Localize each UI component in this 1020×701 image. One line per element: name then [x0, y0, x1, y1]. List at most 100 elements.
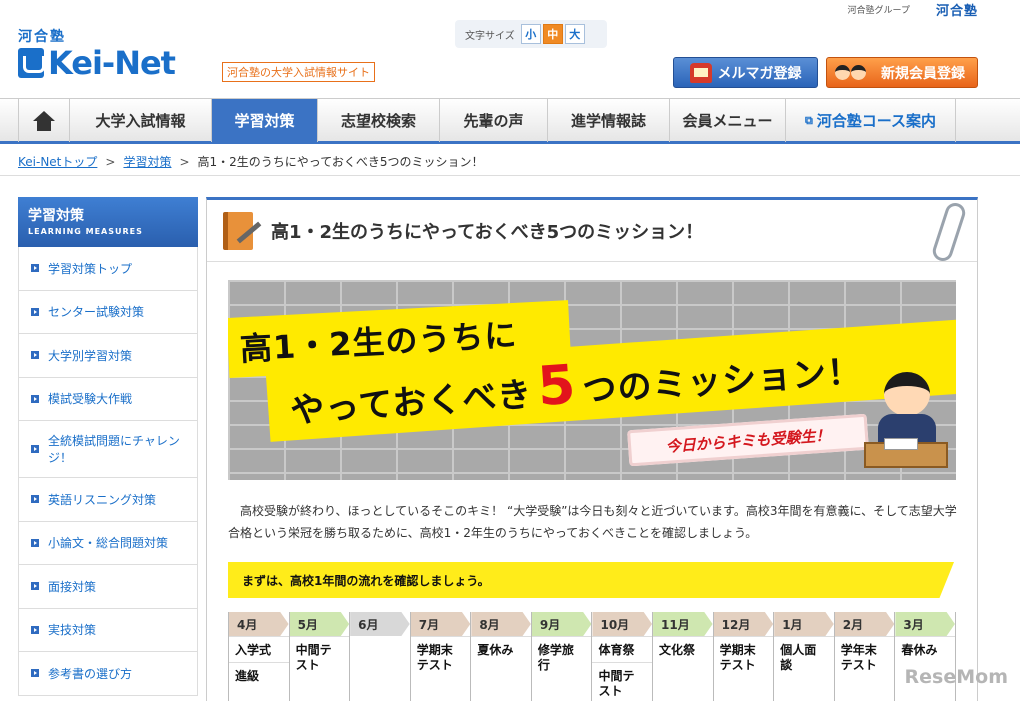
sidebar-item-label: 模試受験大作戦	[48, 392, 133, 407]
newsletter-register-button[interactable]: メルマガ登録	[673, 57, 818, 88]
sidebar-item-mock-exam[interactable]: 模試受験大作戦	[18, 377, 198, 421]
timeline-month: 8月	[471, 612, 531, 636]
timeline-month: 12月	[713, 612, 774, 636]
breadcrumb: Kei-Netトップ > 学習対策 > 高1・2生のうちにやっておくべき5つのミ…	[18, 153, 483, 170]
timeline-event: 学年末テスト	[834, 636, 895, 677]
year-timeline: 4月 入学式 進級 5月 中間テスト 6月 7月 学期末テスト 8月 夏休み 9月 修学旅行 10月 体育…	[228, 612, 956, 701]
section-heading: まずは、高校1年間の流れを確認しましょう。	[228, 562, 954, 598]
timeline-event: 修学旅行	[531, 636, 592, 677]
timeline-month: 4月	[229, 612, 289, 636]
timeline-column: 9月 修学旅行	[531, 612, 593, 701]
nav-home[interactable]	[18, 99, 70, 142]
timeline-event: 個人面談	[774, 636, 834, 677]
sidebar-item-interview[interactable]: 面接対策	[18, 565, 198, 609]
sidebar-item-label: 学習対策トップ	[48, 261, 133, 276]
timeline-column: 2月 学年末テスト	[834, 612, 896, 701]
paperclip-icon	[930, 200, 968, 264]
breadcrumb-divider	[0, 175, 1020, 176]
external-link-icon: ⧉	[804, 113, 813, 127]
arrow-icon	[31, 582, 39, 591]
sidebar-item-mock-challenge[interactable]: 全統模試問題にチャレンジ！	[18, 421, 198, 478]
font-size-large-button[interactable]: 大	[564, 24, 585, 44]
arrow-icon	[31, 351, 39, 360]
timeline-month: 9月	[531, 612, 592, 636]
sidebar: 学習対策 LEARNING MEASURES 学習対策トップ センター試験対策 …	[18, 197, 198, 696]
sidebar-item-practical[interactable]: 実技対策	[18, 608, 198, 652]
font-size-small-button[interactable]: 小	[520, 24, 541, 44]
timeline-column: 12月 学期末テスト	[713, 612, 775, 701]
resemom-watermark: ReseMom	[904, 666, 1008, 688]
page-title: 高1・2生のうちにやっておくべき5つのミッション！	[271, 221, 704, 243]
arrow-icon	[31, 445, 39, 453]
global-nav: 大学入試情報 学習対策 志望校検索 先輩の声 進学情報誌 会員メニュー ⧉ 河合…	[0, 98, 1020, 144]
studying-boy-illustration	[864, 370, 948, 474]
timeline-month: 10月	[592, 612, 653, 636]
new-member-register-label: 新規会員登録	[881, 65, 965, 82]
arrow-icon	[31, 307, 39, 316]
nav-member-menu[interactable]: 会員メニュー	[670, 99, 786, 142]
timeline-event: 学期末テスト	[713, 636, 774, 677]
nav-senior-voices[interactable]: 先輩の声	[440, 99, 548, 142]
students-icon	[835, 61, 871, 85]
hero-banner: 高1・2生のうちに やっておくべき5つのミッション！ 今日からキミも受験生！	[228, 280, 956, 480]
breadcrumb-home[interactable]: Kei-Netトップ	[18, 153, 97, 170]
nav-course-guide[interactable]: ⧉ 河合塾コース案内	[786, 99, 956, 142]
sidebar-item-listening[interactable]: 英語リスニング対策	[18, 478, 198, 522]
sidebar-item-center-exam[interactable]: センター試験対策	[18, 290, 198, 334]
sidebar-item-label: 英語リスニング対策	[48, 492, 157, 507]
timeline-event: 中間テスト	[592, 662, 653, 701]
sidebar-item-label: 面接対策	[48, 579, 97, 594]
arrow-icon	[31, 538, 39, 547]
timeline-event: 進級	[229, 662, 289, 688]
intro-paragraph: 高校受験が終わり、ほっとしているそこのキミ！ “大学受験”は今日も刻々と近づいて…	[228, 504, 957, 540]
timeline-column: 5月 中間テスト	[289, 612, 351, 701]
nav-school-search[interactable]: 志望校検索	[318, 99, 440, 142]
breadcrumb-section[interactable]: 学習対策	[123, 153, 171, 170]
timeline-column: 6月	[350, 612, 411, 701]
arrow-icon	[31, 394, 39, 403]
sidebar-item-label: 小論文・総合問題対策	[48, 536, 169, 551]
nav-learning-measures[interactable]: 学習対策	[212, 99, 318, 142]
timeline-month: 11月	[653, 612, 713, 636]
sidebar-item-label: 実技対策	[48, 623, 97, 638]
sidebar-item-essay[interactable]: 小論文・総合問題対策	[18, 521, 198, 565]
timeline-event: 文化祭	[653, 636, 713, 662]
logo-kanji[interactable]: 河合塾	[18, 26, 66, 46]
timeline-month: 1月	[774, 612, 834, 636]
sidebar-subtitle: LEARNING MEASURES	[28, 227, 143, 236]
timeline-month: 7月	[410, 612, 471, 636]
breadcrumb-separator: >	[179, 154, 190, 169]
sidebar-title: 学習対策	[28, 208, 84, 224]
site-logo[interactable]: Kei-Net	[18, 44, 176, 82]
main-content: 高1・2生のうちにやっておくべき5つのミッション！ 高1・2生のうちに やってお…	[206, 197, 978, 701]
nav-admission-info[interactable]: 大学入試情報	[70, 99, 212, 142]
timeline-event: 入学式	[229, 636, 289, 662]
breadcrumb-current: 高1・2生のうちにやっておくべき5つのミッション！	[197, 155, 484, 169]
arrow-icon	[31, 625, 39, 634]
kawaijuku-top-logo[interactable]: 河合塾	[936, 0, 978, 19]
home-icon	[33, 110, 55, 131]
arrow-icon	[31, 669, 39, 678]
site-tagline: 河合塾の大学入試情報サイト	[222, 62, 375, 82]
timeline-column: 7月 学期末テスト	[410, 612, 472, 701]
sidebar-item-reference-books[interactable]: 参考書の選び方	[18, 652, 198, 696]
timeline-event: 夏休み	[471, 636, 531, 662]
timeline-month: 6月	[350, 612, 410, 636]
hero-ribbon: 今日からキミも受験生！	[627, 413, 869, 467]
newsletter-register-label: メルマガ登録	[717, 65, 802, 82]
arrow-icon	[31, 495, 39, 504]
font-size-label: 文字サイズ	[465, 30, 515, 42]
notebook-pen-icon	[221, 210, 262, 252]
article-header: 高1・2生のうちにやっておくべき5つのミッション！	[207, 200, 977, 264]
sidebar-item-top[interactable]: 学習対策トップ	[18, 247, 198, 291]
timeline-month: 3月	[895, 612, 955, 636]
font-size-switcher: 文字サイズ 小 中 大	[455, 20, 607, 48]
nav-magazines[interactable]: 進学情報誌	[548, 99, 670, 142]
logo-text: Kei-Net	[48, 44, 176, 82]
sidebar-item-university[interactable]: 大学別学習対策	[18, 334, 198, 378]
font-size-medium-button[interactable]: 中	[542, 24, 563, 44]
timeline-month: 2月	[834, 612, 895, 636]
nav-course-guide-label: 河合塾コース案内	[816, 112, 937, 130]
timeline-event: 春休み	[895, 636, 955, 662]
new-member-register-button[interactable]: 新規会員登録	[826, 57, 978, 88]
